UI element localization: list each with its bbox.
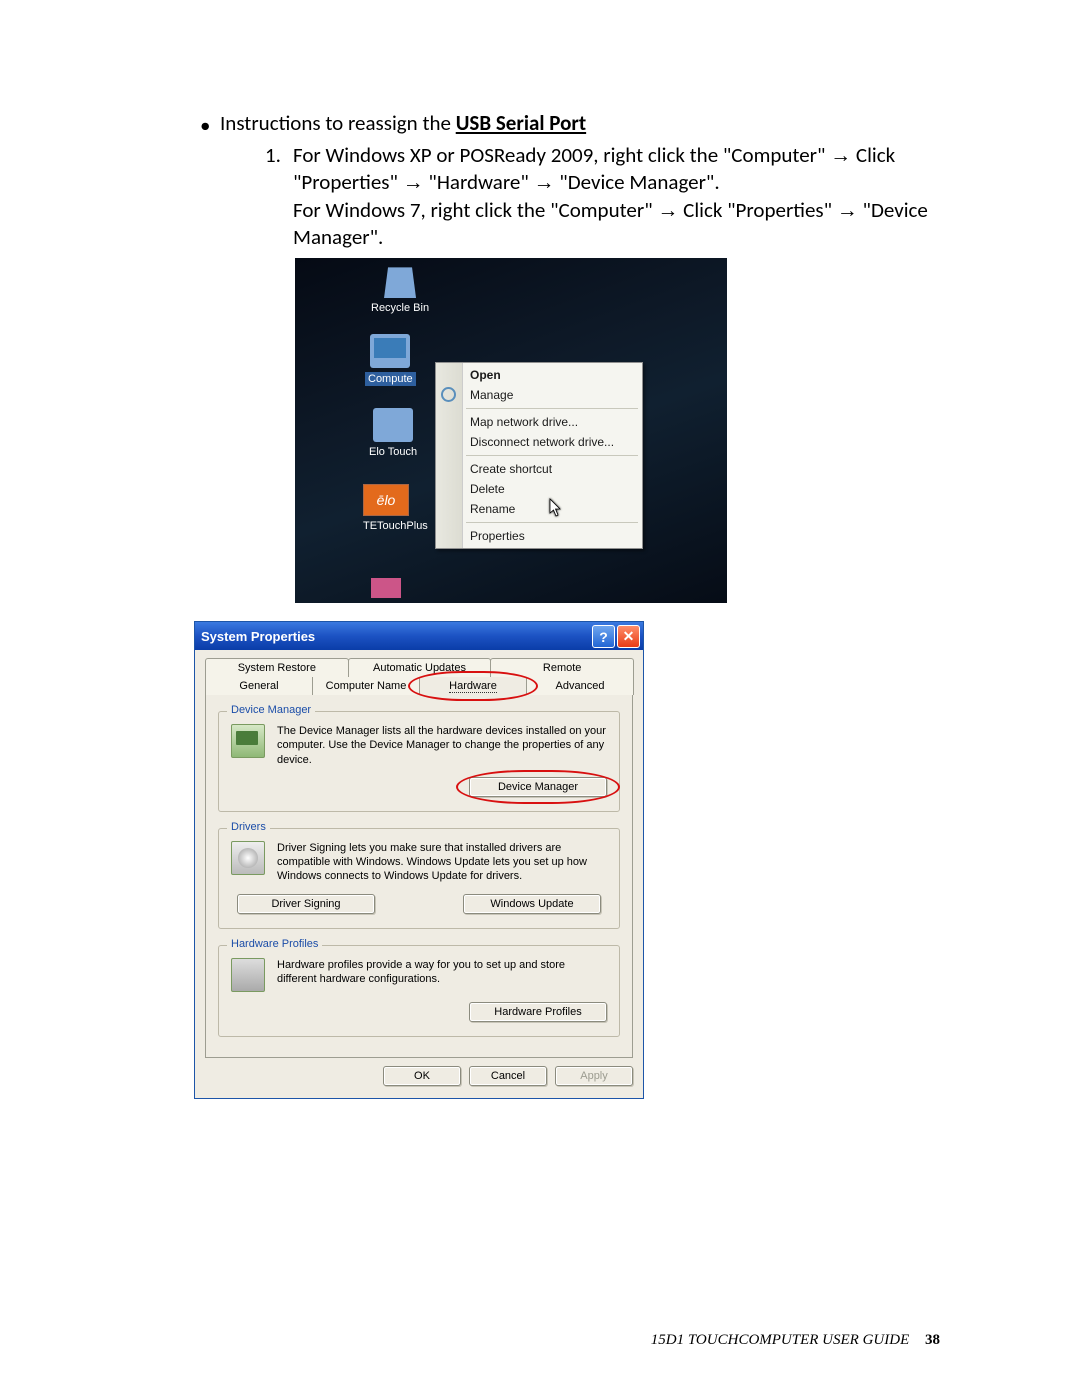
dialog-button-row: OK Cancel Apply [205,1066,633,1086]
tab-remote[interactable]: Remote [490,658,634,677]
hardware-profiles-icon [231,958,265,992]
footer-text: 15D1 TOUCHCOMPUTER USER GUIDE [651,1332,909,1348]
device-manager-icon [231,724,265,758]
menu-disconnect-drive[interactable]: Disconnect network drive... [436,432,642,452]
instruction-bold: USB Serial Port [456,110,586,136]
tetouchplus-icon[interactable]: ēlo TETouchPlus [363,484,428,532]
page-footer: 15D1 TOUCHCOMPUTER USER GUIDE 38 [651,1332,940,1349]
tab-general[interactable]: General [205,677,313,695]
device-manager-group: Device Manager The Device Manager lists … [218,711,620,812]
bullet-item: • Instructions to reassign the USB Seria… [200,110,940,138]
page-number: 38 [925,1332,940,1348]
tab-automatic-updates[interactable]: Automatic Updates [348,658,492,677]
menu-separator [466,455,638,456]
desktop-screenshot: Recycle Bin Compute Elo Touch ēlo TETouc… [295,258,727,603]
menu-manage[interactable]: Manage [436,385,642,405]
cursor-icon [549,498,563,518]
help-button[interactable]: ? [592,625,615,648]
tab-system-restore[interactable]: System Restore [205,658,349,677]
step-number: 1. [265,142,293,168]
elo-logo-icon: ēlo [363,484,409,516]
instruction-heading: Instructions to reassign the USB Serial … [220,110,940,136]
ordered-step-1: 1. For Windows XP or POSReady 2009, righ… [265,142,940,250]
menu-properties[interactable]: Properties [436,526,642,546]
tab-advanced[interactable]: Advanced [526,677,634,695]
drivers-icon [231,841,265,875]
computer-icon[interactable]: Compute [365,334,416,386]
elo-touch-label: Elo Touch [369,446,417,458]
gear-icon [441,387,456,402]
menu-create-shortcut[interactable]: Create shortcut [436,459,642,479]
recycle-bin-icon[interactable]: Recycle Bin [371,264,429,314]
computer-label: Compute [365,372,416,386]
windows-update-button[interactable]: Windows Update [463,894,601,914]
tab-row-1: System Restore Automatic Updates Remote [205,658,633,677]
device-manager-button[interactable]: Device Manager [469,777,607,797]
group-legend: Drivers [227,821,270,833]
drivers-text: Driver Signing lets you make sure that i… [277,841,607,884]
elo-touch-icon[interactable]: Elo Touch [369,408,417,458]
tetouchplus-label: TETouchPlus [363,520,428,532]
group-legend: Device Manager [227,704,315,716]
menu-open[interactable]: Open [436,365,642,385]
system-properties-dialog: System Properties ? ✕ System Restore Aut… [194,621,644,1099]
hardware-profiles-button[interactable]: Hardware Profiles [469,1002,607,1022]
driver-signing-button[interactable]: Driver Signing [237,894,375,914]
context-menu: Open Manage Map network drive... Disconn… [435,362,643,549]
menu-rename[interactable]: Rename [436,499,642,519]
menu-delete[interactable]: Delete [436,479,642,499]
dialog-titlebar[interactable]: System Properties ? ✕ [195,622,643,650]
drivers-group: Drivers Driver Signing lets you make sur… [218,828,620,929]
menu-separator [466,408,638,409]
ok-button[interactable]: OK [383,1066,461,1086]
instruction-lead: Instructions to reassign the [220,110,456,136]
dialog-title: System Properties [201,629,315,644]
recycle-bin-label: Recycle Bin [371,302,429,314]
menu-separator [466,522,638,523]
hardware-profiles-group: Hardware Profiles Hardware profiles prov… [218,945,620,1037]
apply-button[interactable]: Apply [555,1066,633,1086]
close-button[interactable]: ✕ [617,625,640,648]
hardware-profiles-text: Hardware profiles provide a way for you … [277,958,607,992]
tab-computer-name[interactable]: Computer Name [312,677,420,695]
device-manager-text: The Device Manager lists all the hardwar… [277,724,607,767]
group-legend: Hardware Profiles [227,938,322,950]
tab-hardware[interactable]: Hardware [419,677,527,695]
tab-row-2: General Computer Name Hardware Advanced [205,677,633,695]
partial-icon [371,578,401,598]
cancel-button[interactable]: Cancel [469,1066,547,1086]
menu-map-drive[interactable]: Map network drive... [436,412,642,432]
bullet-icon: • [200,110,220,138]
step-text: For Windows XP or POSReady 2009, right c… [293,142,940,250]
